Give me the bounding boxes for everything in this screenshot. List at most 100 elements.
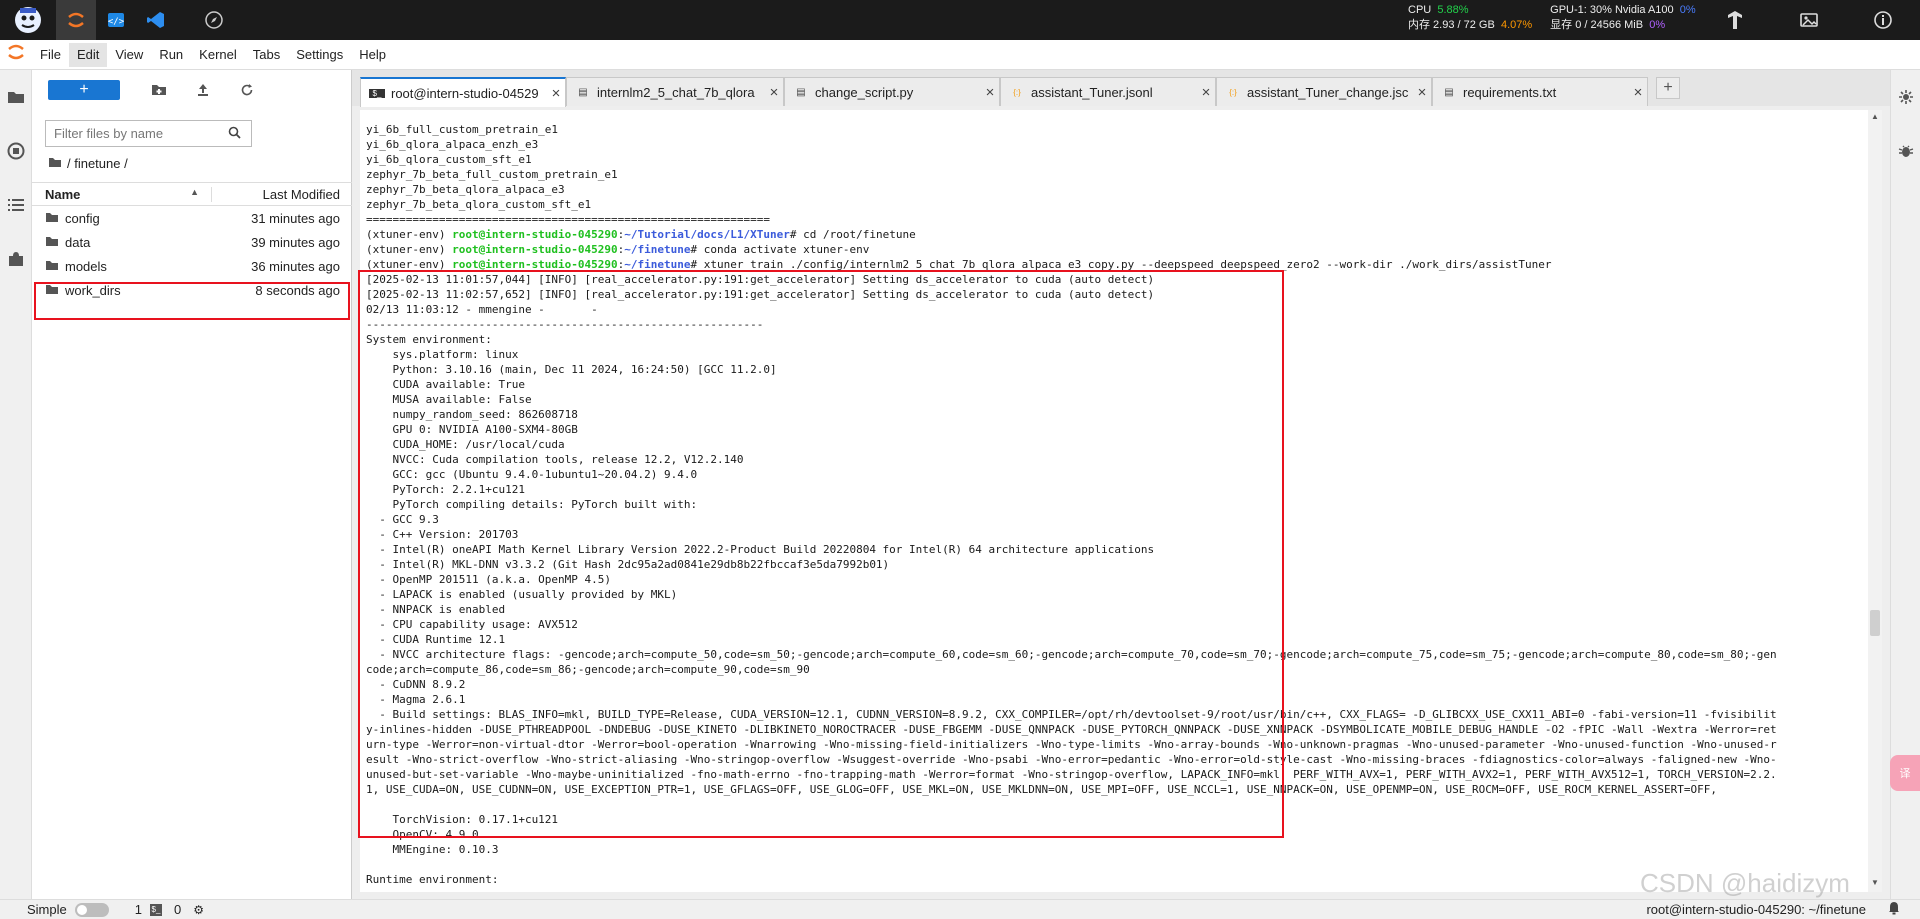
menu-tabs[interactable]: Tabs [245,43,288,67]
new-launcher-button[interactable]: + [48,80,120,100]
menu-edit[interactable]: Edit [68,42,108,67]
gpu-value: 0% [1679,4,1696,16]
debugger-icon[interactable] [1891,124,1920,178]
file-name: config [65,210,100,226]
tab-label: assistant_Tuner.jsonl [1031,84,1153,100]
menu-run[interactable]: Run [151,43,191,67]
image-icon[interactable] [1772,0,1846,40]
tab-label: root@intern-studio-04529 [391,85,539,101]
breadcrumb-path[interactable]: / finetune / [67,156,128,171]
file-name: data [65,234,91,250]
terminal-line: yi_6b_qlora_custom_sft_e1 [366,153,532,166]
close-icon[interactable]: × [547,85,565,102]
json-file-icon: {:} [1013,87,1021,97]
file-modified: 39 minutes ago [251,234,340,250]
file-browser-panel: + / finetune / Name ▲ Last Modified [32,70,352,899]
tab-change-script[interactable]: ▤ change_script.py × [784,77,1000,106]
prompt-user: root@intern-studio-045290 [452,228,618,241]
tab-label: requirements.txt [1463,84,1557,100]
translate-badge[interactable]: 译 [1890,755,1920,791]
upload-icon[interactable] [192,79,214,101]
menu-help[interactable]: Help [351,43,394,67]
jupyter-app-icon[interactable] [56,0,96,40]
tab-requirements[interactable]: ▤ requirements.txt × [1432,77,1648,106]
prompt-command: # cd /root/finetune [789,228,916,241]
kernel-status-icon[interactable]: ⚙ [193,903,204,917]
folder-icon [45,259,59,274]
close-icon[interactable]: × [1413,84,1431,101]
file-modified: 31 minutes ago [251,210,340,226]
table-of-contents-icon[interactable] [0,178,32,232]
extensions-icon[interactable] [0,232,32,286]
terminal-line: zephyr_7b_beta_full_custom_pretrain_e1 [366,168,618,181]
name-column-header[interactable]: Name ▲ [32,186,212,202]
mascot-logo-icon[interactable] [0,0,56,40]
file-icon: ▤ [578,86,588,98]
vram-label: 显存 0 / 24566 MiB [1550,19,1644,31]
add-tab-button[interactable]: + [1656,77,1680,99]
menu-kernel[interactable]: Kernel [191,43,245,67]
breadcrumb-folder-icon[interactable] [48,156,62,171]
terminal-line: Runtime environment: [366,873,499,886]
file-row-models[interactable]: models 36 minutes ago [32,254,352,278]
new-folder-icon[interactable] [148,79,170,101]
prompt-path: ~/finetune [624,243,691,256]
cpu-value: 5.88% [1437,4,1469,16]
tab-config-file[interactable]: ▤ internlm2_5_chat_7b_qlora × [566,77,784,106]
scrollbar-thumb[interactable] [1870,610,1880,636]
file-row-data[interactable]: data 39 minutes ago [32,230,352,254]
menu-file[interactable]: File [32,43,69,67]
name-column-label: Name [45,186,81,202]
menu-bar: File Edit View Run Kernel Tabs Settings … [0,40,1920,70]
mem-value: 4.07% [1500,19,1533,31]
file-filter-field[interactable] [45,120,252,147]
refresh-icon[interactable] [236,79,258,101]
folder-icon [45,211,59,226]
tab-assistant-tuner-change[interactable]: {:} assistant_Tuner_change.jsc × [1216,77,1432,106]
sort-ascending-icon: ▲ [190,186,199,197]
simple-mode-toggle[interactable] [74,902,109,917]
kernel-count[interactable]: 0 [174,902,181,917]
tab-assistant-tuner-jsonl[interactable]: {:} assistant_Tuner.jsonl × [1000,77,1216,106]
close-icon[interactable]: × [1197,84,1215,101]
terminal-line: yi_6b_qlora_alpaca_enzh_e3 [366,138,539,151]
system-top-bar: </> CPU 5.88% 内存 2.93 / 72 GB 4.07% GPU-… [0,0,1920,40]
prompt-env: (xtuner-env) [366,243,453,256]
terminal-line: zephyr_7b_beta_qlora_custom_sft_e1 [366,198,592,211]
tensorflow-icon[interactable] [1698,0,1772,40]
terminal-count[interactable]: 1 [135,902,142,917]
file-icon: ▤ [796,86,806,98]
close-icon[interactable]: × [981,84,999,101]
info-icon[interactable] [1846,0,1920,40]
status-bar: Simple 1 $_ 0 ⚙ root@intern-studio-04529… [0,899,1920,919]
json-file-icon: {:} [1229,87,1237,97]
menu-settings[interactable]: Settings [288,43,351,67]
folder-icon[interactable] [0,70,32,124]
running-kernels-icon[interactable] [0,124,32,178]
vscode-app-icon[interactable] [136,0,176,40]
file-row-config[interactable]: config 31 minutes ago [32,206,352,230]
svg-text:</>: </> [108,17,125,27]
terminal-scrollbar[interactable] [1868,110,1882,892]
search-icon [221,126,247,142]
menu-view[interactable]: View [107,43,151,67]
code-editor-app-icon[interactable]: </> [96,0,136,40]
cpu-label: CPU [1408,4,1432,16]
terminal-line: yi_6b_full_custom_pretrain_e1 [366,123,559,136]
close-icon[interactable]: × [1629,84,1647,101]
notification-bell-icon[interactable] [1888,901,1900,918]
tab-terminal[interactable]: $_ root@intern-studio-04529 × [360,77,566,107]
compass-icon[interactable] [194,0,234,40]
file-browser-toolbar: + [32,70,351,110]
scroll-down-icon[interactable]: ▼ [1870,878,1880,888]
jupyter-logo-icon [0,42,32,67]
scroll-up-icon[interactable]: ▲ [1870,112,1880,122]
tab-label: assistant_Tuner_change.jsc [1247,84,1409,100]
close-icon[interactable]: × [765,84,783,101]
modified-column-header[interactable]: Last Modified [212,187,352,202]
property-inspector-icon[interactable] [1891,70,1920,124]
gpu-label: GPU-1: 30% Nvidia A100 [1550,4,1674,16]
file-filter-input[interactable] [46,126,221,141]
tab-bar: $_ root@intern-studio-04529 × ▤ internlm… [352,70,1890,107]
